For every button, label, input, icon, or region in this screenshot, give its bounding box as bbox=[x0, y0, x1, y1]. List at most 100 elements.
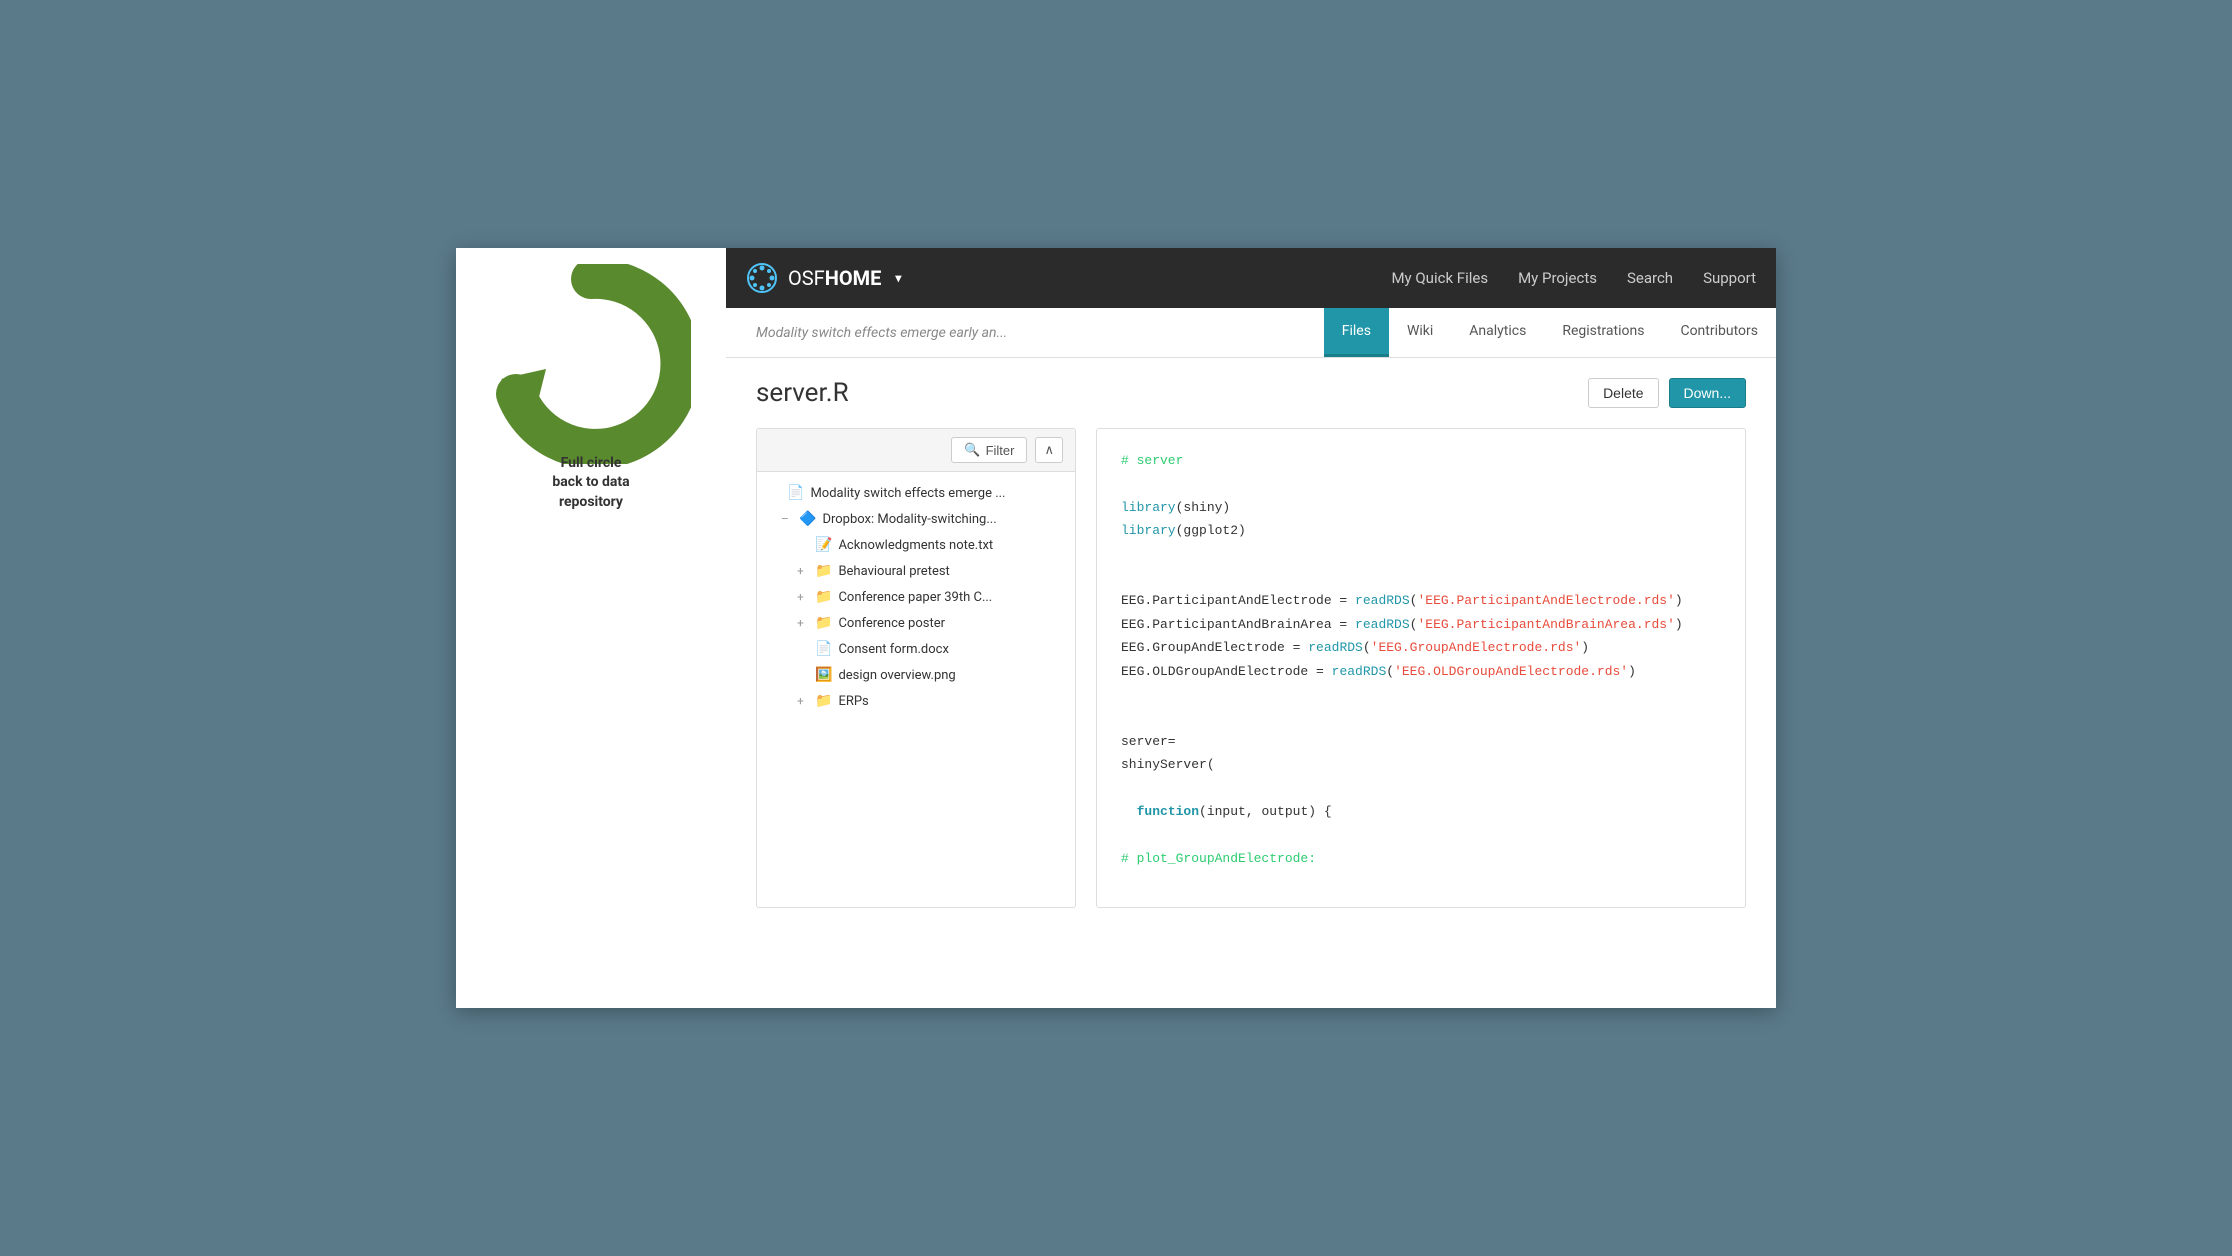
file-tree[interactable]: 📄Modality switch effects emerge ... –🔷 Dro… bbox=[757, 472, 1075, 907]
project-title[interactable]: Modality switch effects emerge early an.… bbox=[736, 308, 1324, 357]
tab-files[interactable]: Files bbox=[1324, 308, 1389, 357]
collapse-button[interactable]: ∧ bbox=[1035, 437, 1063, 463]
code-normal: EEG.ParticipantAndElectrode = bbox=[1121, 593, 1355, 608]
file-label: Dropbox: Modality-switching... bbox=[822, 512, 996, 527]
nav-my-projects[interactable]: My Projects bbox=[1518, 269, 1597, 287]
code-function: readRDS bbox=[1355, 593, 1410, 608]
sub-tabs: Files Wiki Analytics Registrations Contr… bbox=[1324, 308, 1776, 357]
code-normal: EEG.ParticipantAndBrainArea = bbox=[1121, 617, 1355, 632]
code-normal: ) bbox=[1581, 640, 1589, 655]
code-line bbox=[1121, 543, 1721, 566]
tree-item[interactable]: 📄Modality switch effects emerge ... bbox=[757, 480, 1075, 506]
code-line bbox=[1121, 566, 1721, 589]
tab-contributors[interactable]: Contributors bbox=[1662, 308, 1776, 357]
file-toolbar: 🔍 Filter ∧ bbox=[757, 429, 1075, 472]
navbar: OSFHOME ▾ My Quick Files My Projects Sea… bbox=[726, 248, 1776, 308]
osf-logo-icon bbox=[746, 262, 778, 294]
nav-support[interactable]: Support bbox=[1703, 269, 1756, 287]
code-normal: ) bbox=[1628, 664, 1636, 679]
tree-item[interactable]: + 📁 Conference paper 39th C... bbox=[757, 584, 1075, 610]
tree-expand-icon[interactable]: – bbox=[781, 512, 793, 526]
code-line: function(input, output) { bbox=[1121, 800, 1721, 823]
brand-text: OSFHOME bbox=[788, 266, 881, 290]
code-normal: EEG.GroupAndElectrode = bbox=[1121, 640, 1308, 655]
file-label: Acknowledgments note.txt bbox=[838, 538, 993, 553]
code-function: readRDS bbox=[1332, 664, 1387, 679]
file-icon: 📄 bbox=[815, 641, 832, 657]
file-icon: 📁 bbox=[815, 615, 832, 631]
file-icon: 📄 bbox=[787, 485, 804, 501]
code-line: server= bbox=[1121, 730, 1721, 753]
file-label: Conference paper 39th C... bbox=[838, 590, 992, 605]
code-string: 'EEG.GroupAndElectrode.rds' bbox=[1371, 640, 1582, 655]
code-line bbox=[1121, 472, 1721, 495]
tree-expand-icon[interactable]: + bbox=[797, 590, 809, 604]
tree-expand-icon[interactable]: + bbox=[797, 616, 809, 630]
file-icon: 🔷 bbox=[799, 511, 816, 527]
tree-item[interactable]: 🖼️ design overview.png bbox=[757, 662, 1075, 688]
code-line: EEG.ParticipantAndElectrode = readRDS('E… bbox=[1121, 589, 1721, 612]
main-columns: 🔍 Filter ∧ 📄Modality switch effects emer… bbox=[756, 428, 1746, 908]
tree-item[interactable]: +📁Conference poster bbox=[757, 610, 1075, 636]
tree-item[interactable]: +📁ERPs bbox=[757, 688, 1075, 714]
file-label: Consent form.docx bbox=[838, 642, 948, 657]
code-text: server= bbox=[1121, 734, 1176, 749]
code-comment: # plot_GroupAndElectrode: bbox=[1121, 851, 1316, 866]
code-panel[interactable]: # server library(shiny)library(ggplot2) … bbox=[1096, 428, 1746, 908]
navbar-brand[interactable]: OSFHOME ▾ bbox=[746, 262, 901, 294]
tab-analytics[interactable]: Analytics bbox=[1451, 308, 1544, 357]
code-text: shinyServer( bbox=[1121, 757, 1215, 772]
main-window: Full circleback to datarepository bbox=[456, 248, 1776, 1008]
code-line: # server bbox=[1121, 449, 1721, 472]
code-string: 'EEG.ParticipantAndElectrode.rds' bbox=[1417, 593, 1674, 608]
file-label: Behavioural pretest bbox=[838, 564, 949, 579]
code-line: EEG.ParticipantAndBrainArea = readRDS('E… bbox=[1121, 613, 1721, 636]
tree-item[interactable]: + 📁 Behavioural pretest bbox=[757, 558, 1075, 584]
tree-item[interactable]: –🔷 Dropbox: Modality-switching... bbox=[757, 506, 1075, 532]
code-line: shinyServer( bbox=[1121, 753, 1721, 776]
code-line: EEG.GroupAndElectrode = readRDS('EEG.Gro… bbox=[1121, 636, 1721, 659]
tab-wiki[interactable]: Wiki bbox=[1389, 308, 1451, 357]
file-icon: 📁 bbox=[815, 589, 832, 605]
nav-search[interactable]: Search bbox=[1627, 269, 1673, 287]
page-header: server.R Delete Down... bbox=[756, 378, 1746, 408]
code-normal bbox=[1121, 804, 1137, 819]
search-icon: 🔍 bbox=[964, 442, 980, 458]
code-normal: ( bbox=[1363, 640, 1371, 655]
code-function: readRDS bbox=[1355, 617, 1410, 632]
tree-expand-icon[interactable]: + bbox=[797, 564, 809, 578]
delete-button[interactable]: Delete bbox=[1588, 378, 1658, 408]
page-title: server.R bbox=[756, 378, 849, 408]
code-normal: ) bbox=[1675, 593, 1683, 608]
tree-expand-icon[interactable]: + bbox=[797, 694, 809, 708]
logo-svg bbox=[491, 264, 691, 464]
code-string: 'EEG.OLDGroupAndElectrode.rds' bbox=[1394, 664, 1628, 679]
file-label: design overview.png bbox=[838, 668, 955, 683]
tab-registrations[interactable]: Registrations bbox=[1544, 308, 1662, 357]
brand-chevron-icon[interactable]: ▾ bbox=[895, 271, 901, 285]
file-icon: 📁 bbox=[815, 693, 832, 709]
code-line: library(shiny) bbox=[1121, 496, 1721, 519]
code-comment: # server bbox=[1121, 453, 1183, 468]
file-icon: 📝 bbox=[815, 537, 832, 553]
code-line bbox=[1121, 823, 1721, 846]
nav-quick-files[interactable]: My Quick Files bbox=[1391, 269, 1488, 287]
file-icon: 🖼️ bbox=[815, 667, 832, 683]
logo-text: Full circleback to datarepository bbox=[552, 454, 629, 513]
code-normal: ( bbox=[1386, 664, 1394, 679]
code-line bbox=[1121, 683, 1721, 706]
code-normal: (input, output) { bbox=[1199, 804, 1332, 819]
tree-item[interactable]: 📄 Consent form.docx bbox=[757, 636, 1075, 662]
code-function: library bbox=[1121, 500, 1176, 515]
sub-navbar: Modality switch effects emerge early an.… bbox=[726, 308, 1776, 358]
code-normal: ) bbox=[1675, 617, 1683, 632]
filter-button[interactable]: 🔍 Filter bbox=[951, 437, 1027, 463]
code-line bbox=[1121, 776, 1721, 799]
tree-item[interactable]: 📝 Acknowledgments note.txt bbox=[757, 532, 1075, 558]
code-line: # plot_GroupAndElectrode: bbox=[1121, 847, 1721, 870]
file-icon: 📁 bbox=[815, 563, 832, 579]
download-button[interactable]: Down... bbox=[1669, 378, 1746, 408]
filter-label: Filter bbox=[986, 443, 1015, 458]
code-normal: EEG.OLDGroupAndElectrode = bbox=[1121, 664, 1332, 679]
content-area: server.R Delete Down... 🔍 Filter ∧ 📄Mo bbox=[726, 358, 1776, 998]
